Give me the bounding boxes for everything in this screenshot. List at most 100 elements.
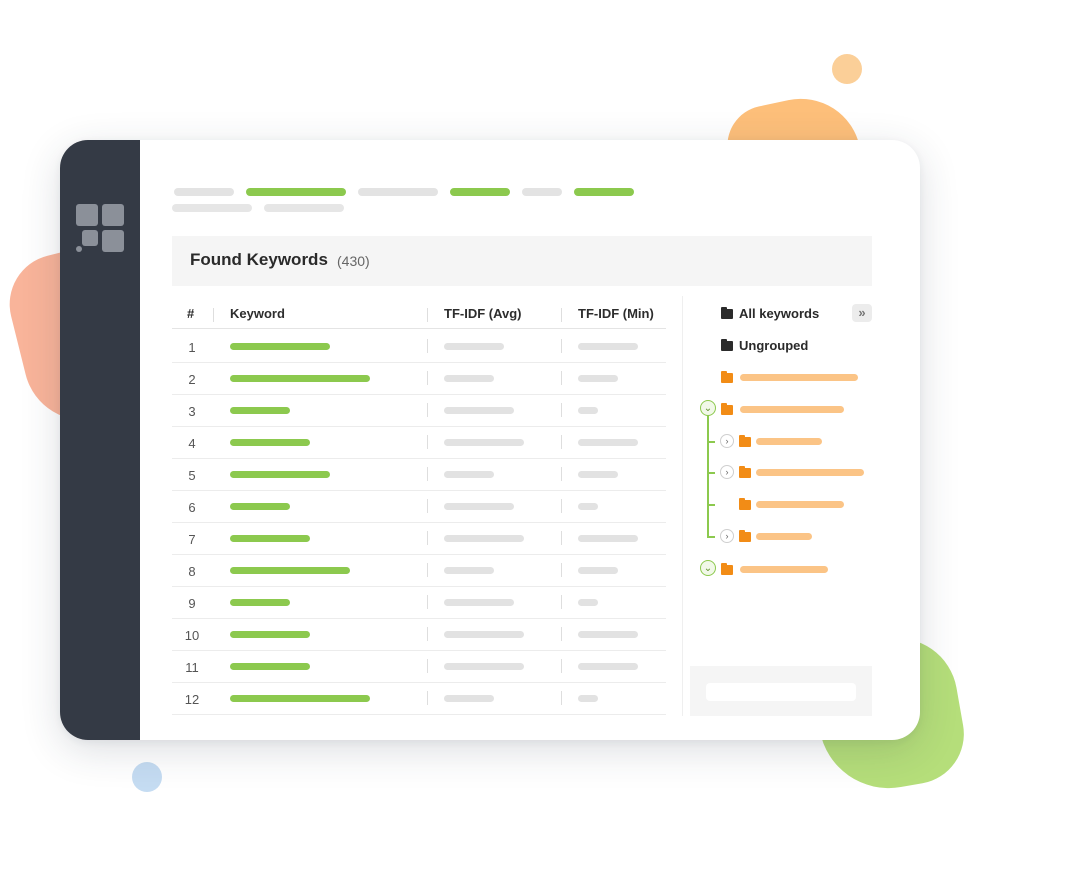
- folder-icon: [721, 563, 733, 575]
- column-divider: [561, 371, 562, 385]
- group-name-placeholder: [756, 501, 844, 508]
- column-header-tfidf-avg[interactable]: TF-IDF (Avg): [444, 306, 522, 321]
- table-row[interactable]: 2: [172, 362, 666, 395]
- tfidf-avg-placeholder: [444, 471, 494, 478]
- table-row[interactable]: 12: [172, 682, 666, 715]
- tfidf-min-placeholder: [578, 631, 638, 638]
- decorative-dot-orange: [832, 54, 862, 84]
- tfidf-min-placeholder: [578, 439, 638, 446]
- keyword-placeholder: [230, 599, 290, 606]
- column-divider: [427, 371, 428, 385]
- table-row[interactable]: 4: [172, 426, 666, 459]
- chevron-down-icon[interactable]: ⌄: [700, 400, 716, 416]
- column-divider: [561, 595, 562, 609]
- row-number: 2: [188, 372, 196, 387]
- chevron-right-icon[interactable]: ›: [720, 434, 734, 448]
- table-row[interactable]: 6: [172, 490, 666, 523]
- table-row[interactable]: 9: [172, 586, 666, 619]
- row-number: 1: [188, 340, 196, 355]
- column-header-tfidf-min[interactable]: TF-IDF (Min): [578, 306, 654, 321]
- tree-connector: [707, 536, 715, 538]
- column-divider: [427, 499, 428, 513]
- row-number: 3: [188, 404, 196, 419]
- keyword-placeholder: [230, 343, 330, 350]
- tfidf-avg-placeholder: [444, 407, 514, 414]
- app-logo-icon[interactable]: [76, 204, 124, 252]
- keyword-count: (430): [337, 253, 370, 269]
- table-row[interactable]: 8: [172, 554, 666, 587]
- tfidf-min-placeholder: [578, 407, 598, 414]
- group-name-placeholder: [756, 438, 822, 445]
- column-divider: [561, 467, 562, 481]
- subtitle-placeholder: [264, 204, 344, 212]
- tfidf-avg-placeholder: [444, 599, 514, 606]
- folder-icon: [721, 371, 733, 383]
- chevron-right-icon[interactable]: ›: [720, 529, 734, 543]
- folder-icon: [721, 339, 733, 351]
- row-number: 8: [188, 564, 196, 579]
- row-number: 4: [188, 436, 196, 451]
- row-number: 10: [184, 628, 200, 643]
- tfidf-avg-placeholder: [444, 343, 504, 350]
- column-divider: [427, 627, 428, 641]
- tfidf-min-placeholder: [578, 567, 618, 574]
- row-number: 12: [184, 692, 200, 707]
- column-divider: [561, 308, 562, 322]
- panel-footer: [690, 666, 872, 716]
- column-divider: [561, 531, 562, 545]
- tfidf-avg-placeholder: [444, 375, 494, 382]
- column-divider: [561, 339, 562, 353]
- keyword-placeholder: [230, 503, 290, 510]
- chevron-right-icon[interactable]: ›: [720, 465, 734, 479]
- breadcrumb-placeholder[interactable]: [522, 188, 562, 196]
- group-label: Ungrouped: [739, 338, 809, 353]
- tree-connector: [707, 414, 709, 536]
- group-label: All keywords: [739, 306, 820, 321]
- column-divider: [427, 691, 428, 705]
- app-window: Found Keywords (430) # Keyword TF-IDF (A…: [60, 140, 920, 740]
- keyword-placeholder: [230, 439, 310, 446]
- row-number: 5: [188, 468, 196, 483]
- table-row[interactable]: 5: [172, 458, 666, 491]
- table-row[interactable]: 1: [172, 330, 666, 363]
- column-divider: [427, 308, 428, 322]
- folder-icon: [739, 466, 751, 478]
- tfidf-avg-placeholder: [444, 663, 524, 670]
- section-title: Found Keywords: [190, 250, 328, 269]
- keyword-placeholder: [230, 663, 310, 670]
- subtitle-placeholder: [172, 204, 252, 212]
- table-row[interactable]: 10: [172, 618, 666, 651]
- table-row[interactable]: 11: [172, 650, 666, 683]
- column-header-number[interactable]: #: [187, 306, 194, 321]
- column-divider: [561, 691, 562, 705]
- group-name-placeholder: [756, 533, 812, 540]
- keyword-placeholder: [230, 631, 310, 638]
- new-group-input[interactable]: [706, 683, 856, 701]
- breadcrumb-placeholder-active[interactable]: [246, 188, 346, 196]
- keyword-placeholder: [230, 407, 290, 414]
- breadcrumb-placeholder-active[interactable]: [450, 188, 510, 196]
- breadcrumb-placeholder-active[interactable]: [574, 188, 634, 196]
- keyword-placeholder: [230, 567, 350, 574]
- decorative-dot-blue: [132, 762, 162, 792]
- tfidf-min-placeholder: [578, 599, 598, 606]
- group-name-placeholder: [740, 566, 828, 573]
- breadcrumb-placeholder[interactable]: [358, 188, 438, 196]
- column-divider: [561, 627, 562, 641]
- column-divider: [427, 595, 428, 609]
- breadcrumb-placeholder[interactable]: [174, 188, 234, 196]
- column-divider: [427, 403, 428, 417]
- column-divider: [427, 435, 428, 449]
- table-row[interactable]: 3: [172, 394, 666, 427]
- chevron-down-icon[interactable]: ⌄: [700, 560, 716, 576]
- folder-icon: [721, 307, 733, 319]
- column-header-keyword[interactable]: Keyword: [230, 306, 285, 321]
- row-number: 7: [188, 532, 196, 547]
- column-divider: [427, 563, 428, 577]
- tree-connector: [707, 441, 715, 443]
- sidebar: [60, 140, 140, 740]
- table-row[interactable]: 7: [172, 522, 666, 555]
- double-chevron-right-icon[interactable]: »: [852, 304, 872, 322]
- group-name-placeholder: [756, 469, 864, 476]
- column-divider: [561, 659, 562, 673]
